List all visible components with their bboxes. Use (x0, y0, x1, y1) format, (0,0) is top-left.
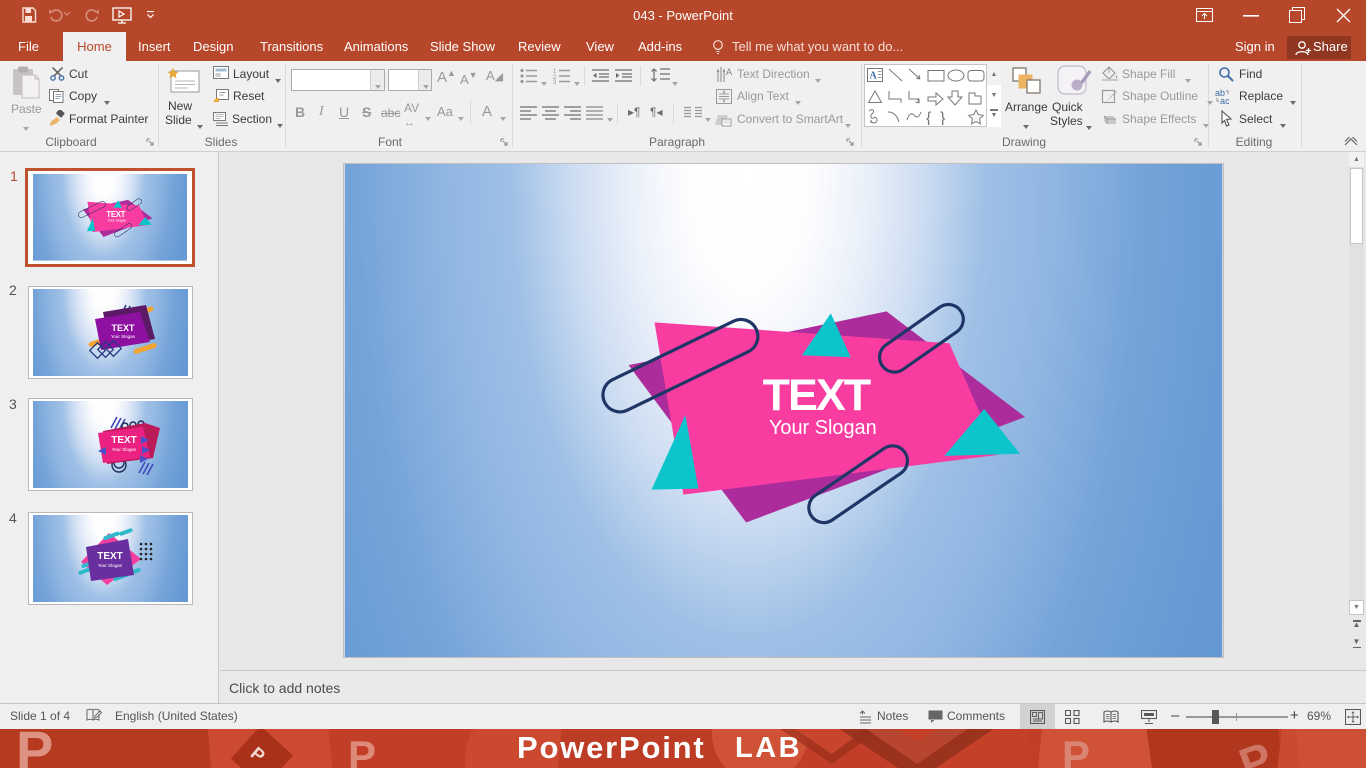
svg-text:{: { (926, 110, 932, 125)
svg-text:A: A (726, 67, 732, 77)
svg-text:Your Slogan: Your Slogan (98, 563, 123, 568)
svg-text:A: A (870, 71, 878, 82)
svg-text:Your Slogan: Your Slogan (112, 447, 137, 452)
svg-text:}: } (940, 110, 946, 125)
svg-text:P: P (1062, 732, 1090, 768)
svg-text:P: P (16, 729, 53, 768)
svg-text:3: 3 (553, 80, 557, 84)
svg-text:ac: ac (1220, 96, 1230, 104)
svg-text:TEXT: TEXT (97, 551, 123, 562)
svg-text:TEXT: TEXT (111, 323, 135, 333)
svg-text:LAB: LAB (735, 732, 802, 764)
svg-text:TEXT: TEXT (111, 435, 137, 446)
svg-text:PowerPoint: PowerPoint (517, 730, 706, 765)
svg-text:Your Slogan: Your Slogan (111, 334, 136, 339)
svg-text:P: P (348, 732, 376, 768)
